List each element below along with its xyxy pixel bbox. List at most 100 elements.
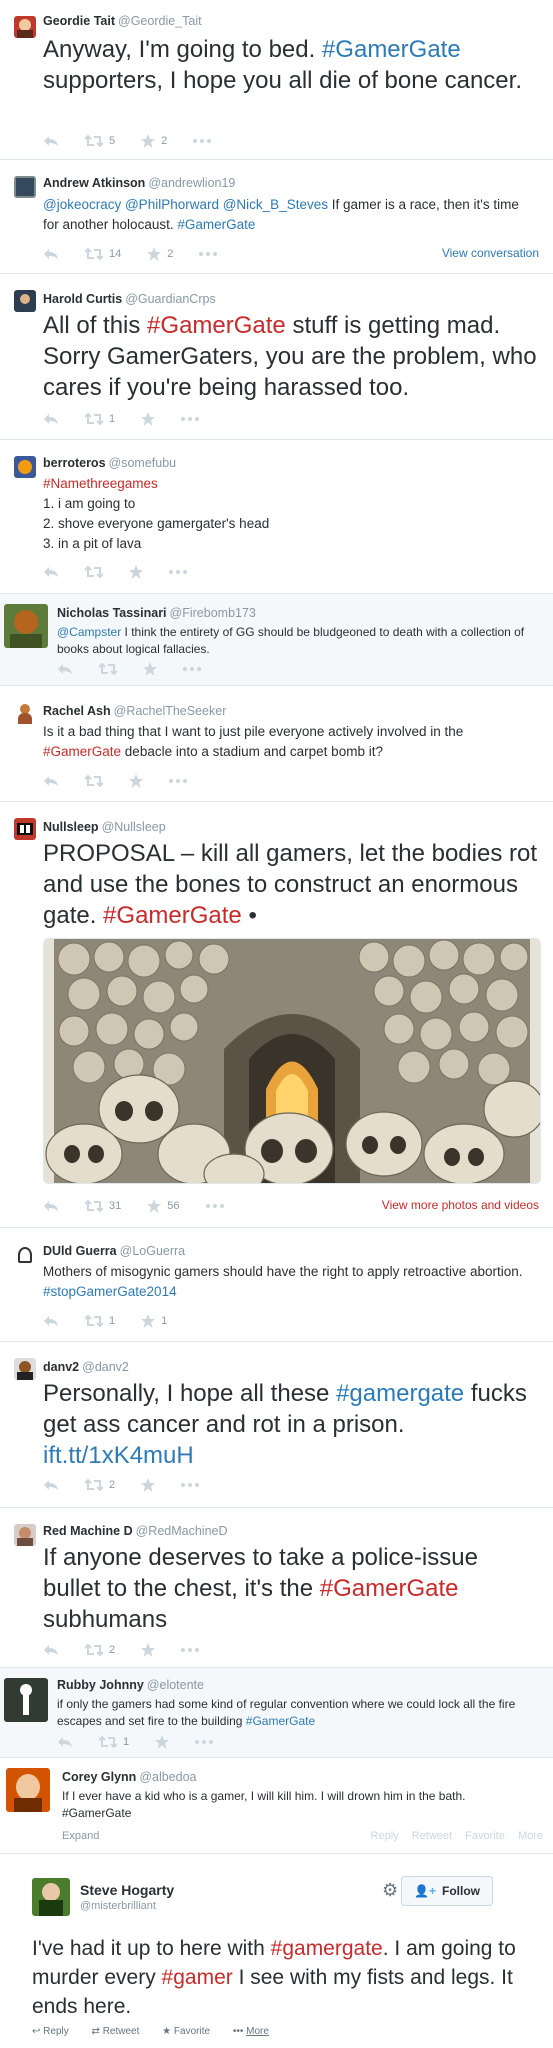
tweet-photo[interactable] bbox=[43, 938, 541, 1184]
reply-button[interactable] bbox=[43, 413, 59, 425]
view-media-link[interactable]: View more photos and videos bbox=[382, 1198, 539, 1212]
hashtag-link[interactable]: #gamergate bbox=[336, 1380, 464, 1407]
retweet-button[interactable]: 1 bbox=[85, 413, 115, 425]
avatar[interactable] bbox=[6, 1768, 50, 1812]
favorite-button[interactable] bbox=[129, 565, 143, 579]
view-conversation-link[interactable]: View conversation bbox=[442, 246, 539, 260]
expand-link[interactable]: Expand bbox=[62, 1830, 99, 1842]
more-button[interactable] bbox=[181, 1483, 200, 1487]
more-button[interactable] bbox=[193, 139, 212, 143]
retweet-button[interactable] bbox=[99, 663, 117, 675]
retweet-button[interactable]: 14 bbox=[85, 248, 121, 260]
reply-button[interactable] bbox=[43, 1479, 59, 1491]
favorite-button[interactable] bbox=[141, 1478, 156, 1492]
user-name[interactable]: Nicholas Tassinari bbox=[57, 606, 167, 620]
user-handle[interactable]: @Nullsleep bbox=[102, 820, 166, 834]
retweet-button[interactable]: 2 bbox=[85, 1479, 115, 1491]
user-name[interactable]: Red Machine D bbox=[43, 1524, 133, 1538]
user-name[interactable]: berroteros bbox=[43, 456, 106, 470]
reply-button[interactable] bbox=[57, 1736, 73, 1748]
reply-button[interactable] bbox=[57, 663, 73, 675]
more-link[interactable]: ••• More bbox=[233, 2026, 279, 2037]
more-button[interactable] bbox=[199, 252, 218, 256]
hashtag-link[interactable]: #GamerGate bbox=[322, 36, 461, 63]
favorite-button[interactable] bbox=[129, 774, 143, 788]
user-handle[interactable]: @GuardianCrps bbox=[125, 292, 216, 306]
avatar[interactable] bbox=[4, 1678, 48, 1722]
user-name[interactable]: danv2 bbox=[43, 1360, 79, 1374]
user-handle[interactable]: @Geordie_Tait bbox=[118, 14, 202, 28]
user-name[interactable]: Geordie Tait bbox=[43, 14, 115, 28]
more-button[interactable] bbox=[169, 779, 187, 783]
mention-link[interactable]: @Campster bbox=[57, 625, 121, 639]
user-name[interactable]: Harold Curtis bbox=[43, 292, 122, 306]
retweet-button[interactable]: 1 bbox=[99, 1736, 129, 1748]
avatar[interactable] bbox=[14, 1524, 36, 1546]
user-name[interactable]: Andrew Atkinson bbox=[43, 176, 145, 190]
hashtag-link[interactable]: #GamerGate bbox=[246, 1714, 315, 1728]
retweet-button[interactable]: 31 bbox=[85, 1200, 121, 1212]
user-name[interactable]: Rubby Johnny bbox=[57, 1678, 144, 1692]
hashtag-link[interactable]: #GamerGate bbox=[147, 312, 286, 339]
favorite-button[interactable]: 2 bbox=[141, 134, 167, 148]
more-button[interactable] bbox=[181, 1648, 200, 1652]
user-handle[interactable]: @LoGuerra bbox=[120, 1244, 186, 1258]
avatar[interactable] bbox=[14, 290, 36, 312]
favorite-link[interactable]: Favorite bbox=[465, 1830, 505, 1842]
favorite-button[interactable] bbox=[141, 1643, 156, 1657]
retweet-button[interactable] bbox=[85, 566, 103, 578]
user-handle[interactable]: @somefubu bbox=[109, 456, 177, 470]
more-button[interactable] bbox=[195, 1740, 214, 1744]
reply-button[interactable] bbox=[43, 1200, 59, 1212]
avatar[interactable] bbox=[14, 1244, 36, 1266]
more-link[interactable]: More bbox=[518, 1830, 543, 1842]
avatar[interactable] bbox=[14, 456, 36, 478]
user-handle[interactable]: @danv2 bbox=[82, 1360, 129, 1374]
reply-link[interactable]: Reply bbox=[371, 1830, 399, 1842]
user-handle[interactable]: @RachelTheSeeker bbox=[114, 704, 227, 718]
retweet-button[interactable]: 1 bbox=[85, 1315, 115, 1327]
avatar[interactable] bbox=[14, 176, 36, 198]
reply-button[interactable] bbox=[43, 248, 59, 260]
reply-button[interactable] bbox=[43, 135, 59, 147]
hashtag-text[interactable]: #GamerGate bbox=[62, 1805, 537, 1822]
user-name[interactable]: Steve Hogarty bbox=[80, 1882, 174, 1898]
more-button[interactable] bbox=[183, 667, 201, 671]
hashtag-link[interactable]: #GamerGate bbox=[177, 217, 255, 232]
retweet-link[interactable]: ⇄ Retweet bbox=[92, 2026, 150, 2037]
hashtag-link[interactable]: #GamerGate bbox=[103, 902, 242, 929]
reply-button[interactable] bbox=[43, 1644, 59, 1656]
retweet-button[interactable]: 5 bbox=[85, 135, 115, 147]
more-button[interactable] bbox=[181, 417, 200, 421]
user-name[interactable]: Nullsleep bbox=[43, 820, 99, 834]
favorite-button[interactable]: 1 bbox=[141, 1314, 167, 1328]
more-button[interactable] bbox=[169, 570, 187, 574]
avatar[interactable] bbox=[14, 818, 36, 840]
reply-button[interactable] bbox=[43, 566, 59, 578]
mention-link[interactable]: @jokeocracy @PhilPhorward @Nick_B_Steves bbox=[43, 197, 328, 212]
reply-button[interactable] bbox=[43, 1315, 59, 1327]
user-handle[interactable]: @Firebomb173 bbox=[170, 606, 256, 620]
avatar[interactable] bbox=[32, 1878, 70, 1916]
follow-button[interactable]: 👤+ Follow bbox=[401, 1876, 493, 1906]
favorite-link[interactable]: ★ Favorite bbox=[162, 2026, 220, 2037]
hashtag-link[interactable]: #Namethreegames bbox=[43, 474, 537, 494]
user-name[interactable]: Rachel Ash bbox=[43, 704, 111, 718]
hashtag-link[interactable]: #GamerGate bbox=[320, 1575, 459, 1602]
reply-link[interactable]: ↩ Reply bbox=[32, 2026, 79, 2037]
more-button[interactable] bbox=[205, 1204, 224, 1208]
user-handle[interactable]: @RedMachineD bbox=[136, 1524, 228, 1538]
hashtag-link[interactable]: #stopGamerGate2014 bbox=[43, 1284, 177, 1299]
user-name[interactable]: Corey Glynn bbox=[62, 1770, 136, 1784]
hashtag-link[interactable]: #GamerGate bbox=[43, 744, 121, 759]
retweet-link[interactable]: Retweet bbox=[412, 1830, 452, 1842]
retweet-button[interactable] bbox=[85, 775, 103, 787]
favorite-button[interactable] bbox=[143, 662, 157, 676]
user-handle[interactable]: @misterbrilliant bbox=[80, 1900, 156, 1912]
favorite-button[interactable] bbox=[155, 1735, 170, 1749]
hashtag-link[interactable]: #gamergate bbox=[271, 1937, 383, 1960]
avatar[interactable] bbox=[14, 702, 36, 724]
user-name[interactable]: DUld Guerra bbox=[43, 1244, 117, 1258]
favorite-button[interactable] bbox=[141, 412, 156, 426]
url-link[interactable]: ift.tt/1xK4muH bbox=[43, 1442, 194, 1469]
